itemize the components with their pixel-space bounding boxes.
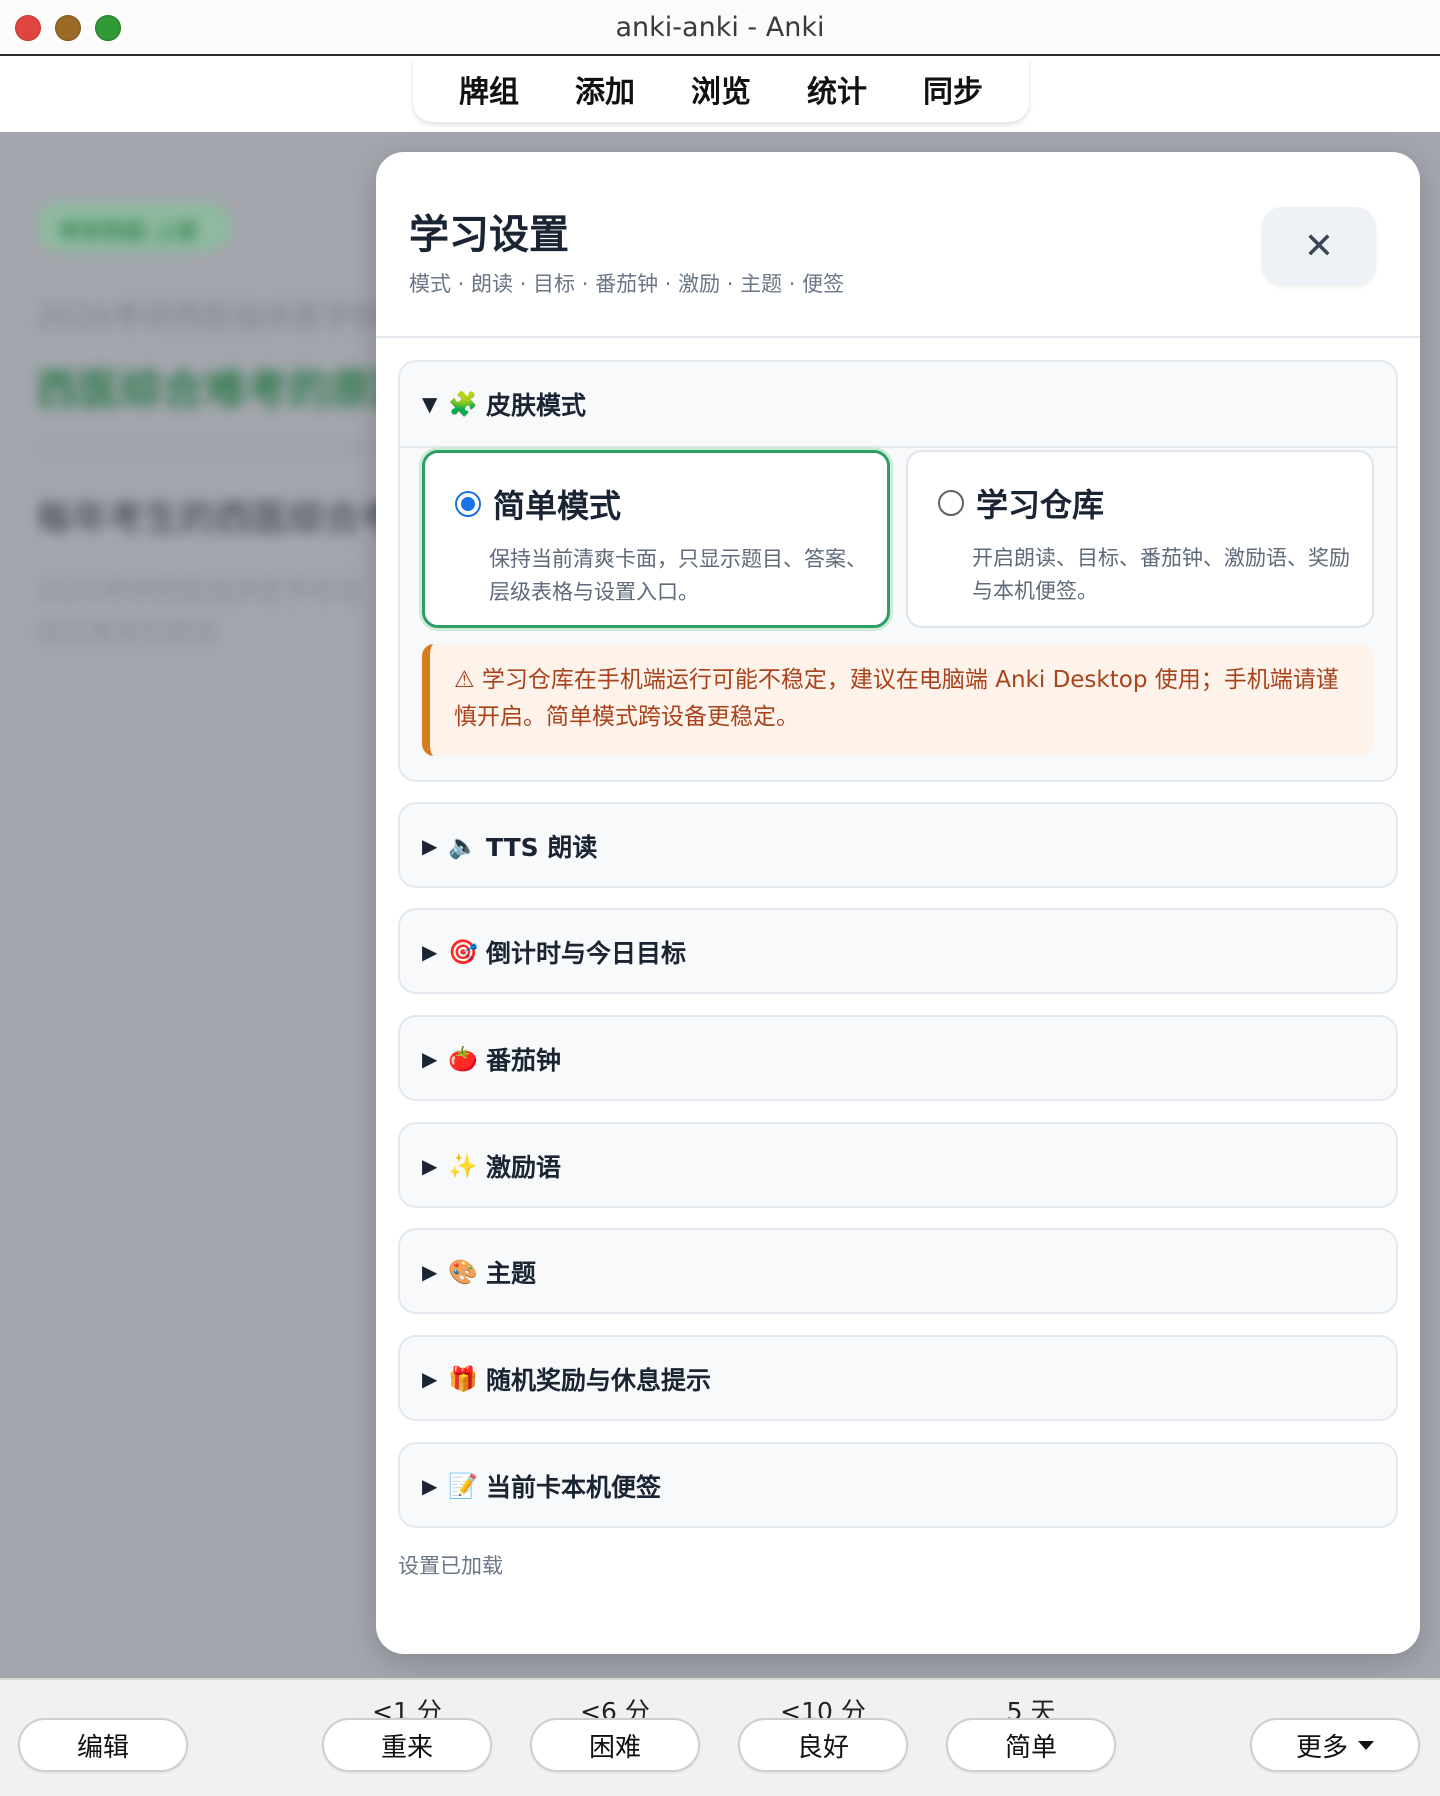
card-paragraph-line: 综合难考的原因: [36, 619, 219, 649]
section-notes[interactable]: ▶ 📝 当前卡本机便签: [398, 1442, 1398, 1528]
caret-right-icon: ▶: [422, 1047, 438, 1071]
nav-sync[interactable]: 同步: [911, 61, 995, 117]
target-icon: 🎯: [448, 938, 478, 966]
option-study-warehouse[interactable]: 学习仓库 开启朗读、目标、番茄钟、激励语、奖励与本机便签。: [906, 450, 1374, 628]
option-desc: 保持当前清爽卡面，只显示题目、答案、层级表格与设置入口。: [489, 547, 867, 604]
card-subtitle: 2026考研西医临床医学综: [36, 300, 383, 335]
section-tts[interactable]: ▶ 🔈 TTS 朗读: [398, 802, 1398, 888]
caret-right-icon: ▶: [422, 1474, 438, 1498]
modal-title: 学习设置: [409, 212, 569, 258]
section-motivation[interactable]: ▶ ✨ 激励语: [398, 1122, 1398, 1208]
section-theme[interactable]: ▶ 🎨 主题: [398, 1228, 1398, 1314]
status-text: 设置已加载: [398, 1554, 503, 1578]
warning-message: ⚠ 学习仓库在手机端运行可能不稳定，建议在电脑端 Anki Desktop 使用…: [422, 644, 1374, 756]
sparkles-icon: ✨: [448, 1152, 478, 1180]
deck-badge: 考研西医·上册: [36, 202, 232, 252]
puzzle-icon: 🧩: [448, 390, 478, 418]
modal-header: 学习设置 模式 · 朗读 · 目标 · 番茄钟 · 激励 · 主题 · 便签 ✕: [376, 152, 1420, 338]
option-simple-mode[interactable]: 简单模式 保持当前清爽卡面，只显示题目、答案、层级表格与设置入口。: [422, 450, 890, 628]
modal-subtitle: 模式 · 朗读 · 目标 · 番茄钟 · 激励 · 主题 · 便签: [409, 272, 845, 296]
answer-bar: 编辑 <1 分 重来 <6 分 困难 <10 分 良好 5 天 简单 更多: [0, 1678, 1440, 1796]
section-title: TTS 朗读: [486, 833, 598, 862]
close-button[interactable]: ✕: [1262, 207, 1376, 285]
memo-icon: 📝: [448, 1472, 478, 1500]
caret-right-icon: ▶: [422, 1154, 438, 1178]
nav-stats[interactable]: 统计: [795, 61, 879, 117]
radio-study-warehouse[interactable]: [938, 490, 964, 516]
section-title: 主题: [486, 1259, 537, 1288]
card-question: 每年考生的西医综合考: [36, 498, 397, 539]
skin-mode-body: 简单模式 保持当前清爽卡面，只显示题目、答案、层级表格与设置入口。 学习仓库 开…: [400, 446, 1396, 780]
settings-modal: 学习设置 模式 · 朗读 · 目标 · 番茄钟 · 激励 · 主题 · 便签 ✕…: [376, 152, 1420, 1654]
caret-down-icon: ▼: [422, 392, 438, 416]
section-title: 倒计时与今日目标: [486, 939, 687, 968]
easy-button[interactable]: 简单: [946, 1718, 1116, 1772]
section-header[interactable]: ▶ 🍅 番茄钟: [400, 1017, 1396, 1101]
gift-icon: 🎁: [448, 1365, 478, 1393]
section-header[interactable]: ▶ 🎨 主题: [400, 1230, 1396, 1314]
caret-right-icon: ▶: [422, 1260, 438, 1284]
section-header[interactable]: ▶ 🎁 随机奖励与休息提示: [400, 1337, 1396, 1421]
radio-simple-mode[interactable]: [455, 491, 481, 517]
option-title: 学习仓库: [976, 486, 1105, 524]
section-title: 激励语: [486, 1153, 562, 1182]
section-rewards[interactable]: ▶ 🎁 随机奖励与休息提示: [398, 1335, 1398, 1421]
again-button[interactable]: 重来: [322, 1718, 492, 1772]
section-title: 皮肤模式: [486, 391, 587, 420]
card-paragraph-line: 2026考研西医临床医学综合: [36, 577, 363, 607]
caret-right-icon: ▶: [422, 834, 438, 858]
top-nav: 牌组 添加 浏览 统计 同步: [413, 56, 1029, 122]
caret-right-icon: ▶: [422, 1367, 438, 1391]
hard-button[interactable]: 困难: [530, 1718, 700, 1772]
card-divider: [36, 447, 396, 449]
section-pomodoro[interactable]: ▶ 🍅 番茄钟: [398, 1015, 1398, 1101]
section-header[interactable]: ▶ 📝 当前卡本机便签: [400, 1444, 1396, 1528]
card-heading: 西医综合难考的原因: [36, 365, 415, 414]
chevron-down-icon: [1358, 1740, 1374, 1750]
card-content-blurred: 考研西医·上册 2026考研西医临床医学综 西医综合难考的原因 每年考生的西医综…: [36, 202, 414, 655]
speaker-icon: 🔈: [448, 832, 478, 860]
edit-button[interactable]: 编辑: [18, 1718, 188, 1772]
section-header[interactable]: ▶ 🎯 倒计时与今日目标: [400, 910, 1396, 994]
nav-add[interactable]: 添加: [563, 61, 647, 117]
card-paragraph: 2026考研西医临床医学综合 综合难考的原因: [36, 571, 414, 655]
section-header[interactable]: ▶ 🔈 TTS 朗读: [400, 804, 1396, 888]
caret-right-icon: ▶: [422, 940, 438, 964]
more-label: 更多: [1295, 1732, 1348, 1763]
window-titlebar: anki-anki - Anki: [0, 0, 1440, 56]
more-button[interactable]: 更多: [1250, 1718, 1420, 1772]
option-title: 简单模式: [493, 487, 622, 525]
nav-browse[interactable]: 浏览: [679, 61, 763, 117]
section-header[interactable]: ▶ ✨ 激励语: [400, 1124, 1396, 1208]
close-icon: ✕: [1303, 225, 1335, 267]
palette-icon: 🎨: [448, 1258, 478, 1286]
section-countdown-goal[interactable]: ▶ 🎯 倒计时与今日目标: [398, 908, 1398, 994]
section-title: 番茄钟: [486, 1046, 562, 1075]
section-title: 随机奖励与休息提示: [486, 1366, 712, 1395]
tomato-icon: 🍅: [448, 1045, 478, 1073]
option-desc: 开启朗读、目标、番茄钟、激励语、奖励与本机便签。: [972, 546, 1350, 603]
good-button[interactable]: 良好: [738, 1718, 908, 1772]
section-title: 当前卡本机便签: [486, 1473, 662, 1502]
section-skin-mode-header[interactable]: ▼ 🧩 皮肤模式: [400, 362, 1396, 446]
window-title: anki-anki - Anki: [615, 12, 825, 43]
section-skin-mode: ▼ 🧩 皮肤模式 简单模式 保持当前清爽卡面，只显示题目、答案、层级表格与设置入…: [398, 360, 1398, 782]
nav-decks[interactable]: 牌组: [447, 61, 531, 117]
